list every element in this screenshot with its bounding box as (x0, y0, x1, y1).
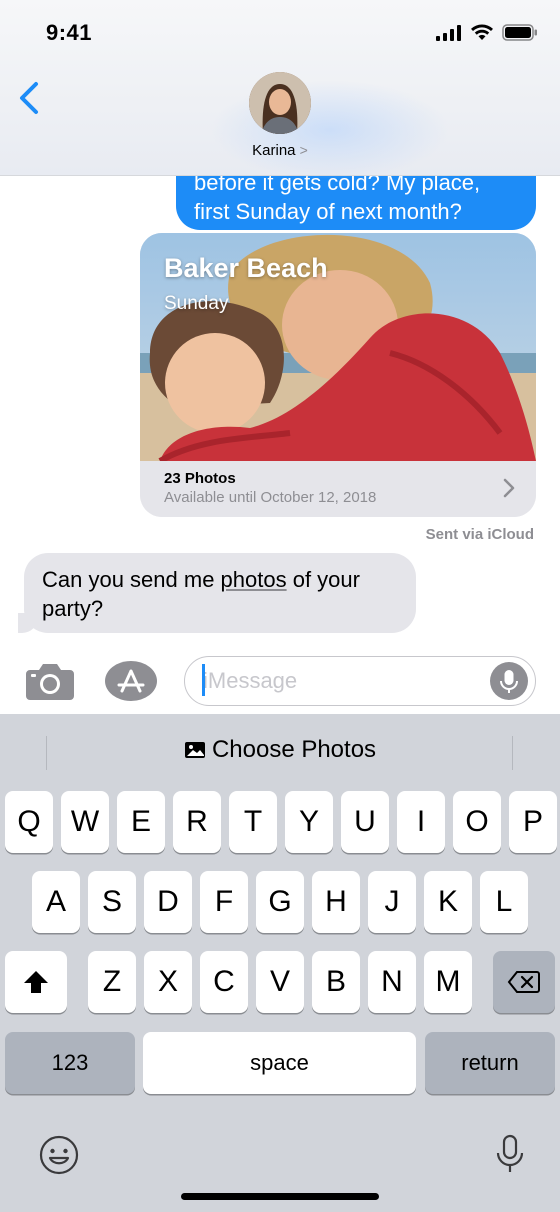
keyboard-dictation-button[interactable] (494, 1134, 526, 1176)
key-h[interactable]: H (312, 871, 360, 933)
choose-photos-label: Choose Photos (211, 736, 377, 763)
key-o[interactable]: O (453, 791, 501, 853)
chevron-left-icon (20, 82, 38, 114)
delete-key[interactable] (493, 951, 555, 1013)
text-cursor (202, 664, 205, 696)
key-i[interactable]: I (397, 791, 445, 853)
key-y[interactable]: Y (285, 791, 333, 853)
bubble-tail (18, 613, 38, 633)
key-z[interactable]: Z (88, 951, 136, 1013)
key-b[interactable]: B (312, 951, 360, 1013)
emoji-button[interactable] (38, 1134, 80, 1176)
key-d[interactable]: D (144, 871, 192, 933)
back-button[interactable] (14, 78, 48, 118)
photo-count: 23 Photos (164, 470, 236, 487)
microphone-icon (496, 1134, 524, 1172)
photo-card-title: Baker Beach (164, 253, 328, 283)
key-j[interactable]: J (368, 871, 416, 933)
contact-avatar[interactable] (249, 72, 311, 134)
avatar-photo-icon (249, 72, 311, 134)
chevron-right-icon (503, 478, 515, 498)
key-w[interactable]: W (61, 791, 109, 853)
key-q[interactable]: Q (5, 791, 53, 853)
key-r[interactable]: R (173, 791, 221, 853)
photo-card-subtitle: Sunday (164, 293, 229, 314)
contact-name[interactable]: Karina > (0, 142, 560, 159)
sent-via-label: Sent via iCloud (425, 526, 534, 543)
cellular-signal-icon (436, 24, 461, 41)
emoji-icon (39, 1135, 79, 1175)
key-s[interactable]: S (88, 871, 136, 933)
photo-availability: Available until October 12, 2018 (164, 489, 377, 506)
status-icons (436, 24, 538, 41)
key-k[interactable]: K (424, 871, 472, 933)
icloud-photo-link-card[interactable]: Baker Beach Sunday 23 Photos Available u… (140, 233, 536, 517)
keyboard: Choose Photos Q W E R T Y U I O P A S D … (0, 714, 560, 1212)
shift-arrow-icon (24, 971, 48, 993)
home-indicator[interactable] (181, 1193, 379, 1200)
key-v[interactable]: V (256, 951, 304, 1013)
contact-chevron-icon: > (299, 142, 308, 158)
contact-name-label: Karina (252, 142, 296, 159)
photos-data-detector-link[interactable]: photos (221, 567, 287, 592)
return-key[interactable]: return (425, 1032, 555, 1094)
camera-icon (26, 664, 74, 700)
key-c[interactable]: C (200, 951, 248, 1013)
microphone-icon (500, 670, 518, 693)
imessage-input[interactable] (184, 656, 536, 706)
key-p[interactable]: P (509, 791, 557, 853)
key-x[interactable]: X (144, 951, 192, 1013)
photo-card-image: Baker Beach Sunday (140, 233, 536, 461)
space-key[interactable]: space (143, 1032, 416, 1094)
dictation-button[interactable] (490, 662, 528, 700)
battery-icon (502, 24, 537, 41)
shift-key[interactable] (5, 951, 67, 1013)
status-time: 9:41 (46, 20, 93, 45)
key-l[interactable]: L (480, 871, 528, 933)
key-g[interactable]: G (256, 871, 304, 933)
message-input-row (0, 648, 560, 714)
key-u[interactable]: U (341, 791, 389, 853)
key-a[interactable]: A (32, 871, 80, 933)
numbers-key[interactable]: 123 (5, 1032, 135, 1094)
incoming-message-bubble[interactable]: Can you send me photos of your party? (18, 553, 416, 633)
choose-photos-suggestion[interactable]: Choose Photos (0, 736, 560, 764)
key-t[interactable]: T (229, 791, 277, 853)
key-e[interactable]: E (117, 791, 165, 853)
status-bar: 9:41 (0, 0, 560, 64)
backspace-icon (507, 971, 540, 993)
photo-icon (184, 742, 205, 758)
app-store-button[interactable] (104, 660, 158, 702)
key-m[interactable]: M (424, 951, 472, 1013)
key-f[interactable]: F (200, 871, 248, 933)
incoming-text-part: Can you send me (42, 567, 221, 592)
camera-button[interactable] (24, 660, 76, 702)
photo-card-footer: 23 Photos Available until October 12, 20… (140, 461, 536, 517)
app-store-icon (105, 661, 157, 701)
wifi-icon (471, 24, 493, 40)
key-n[interactable]: N (368, 951, 416, 1013)
